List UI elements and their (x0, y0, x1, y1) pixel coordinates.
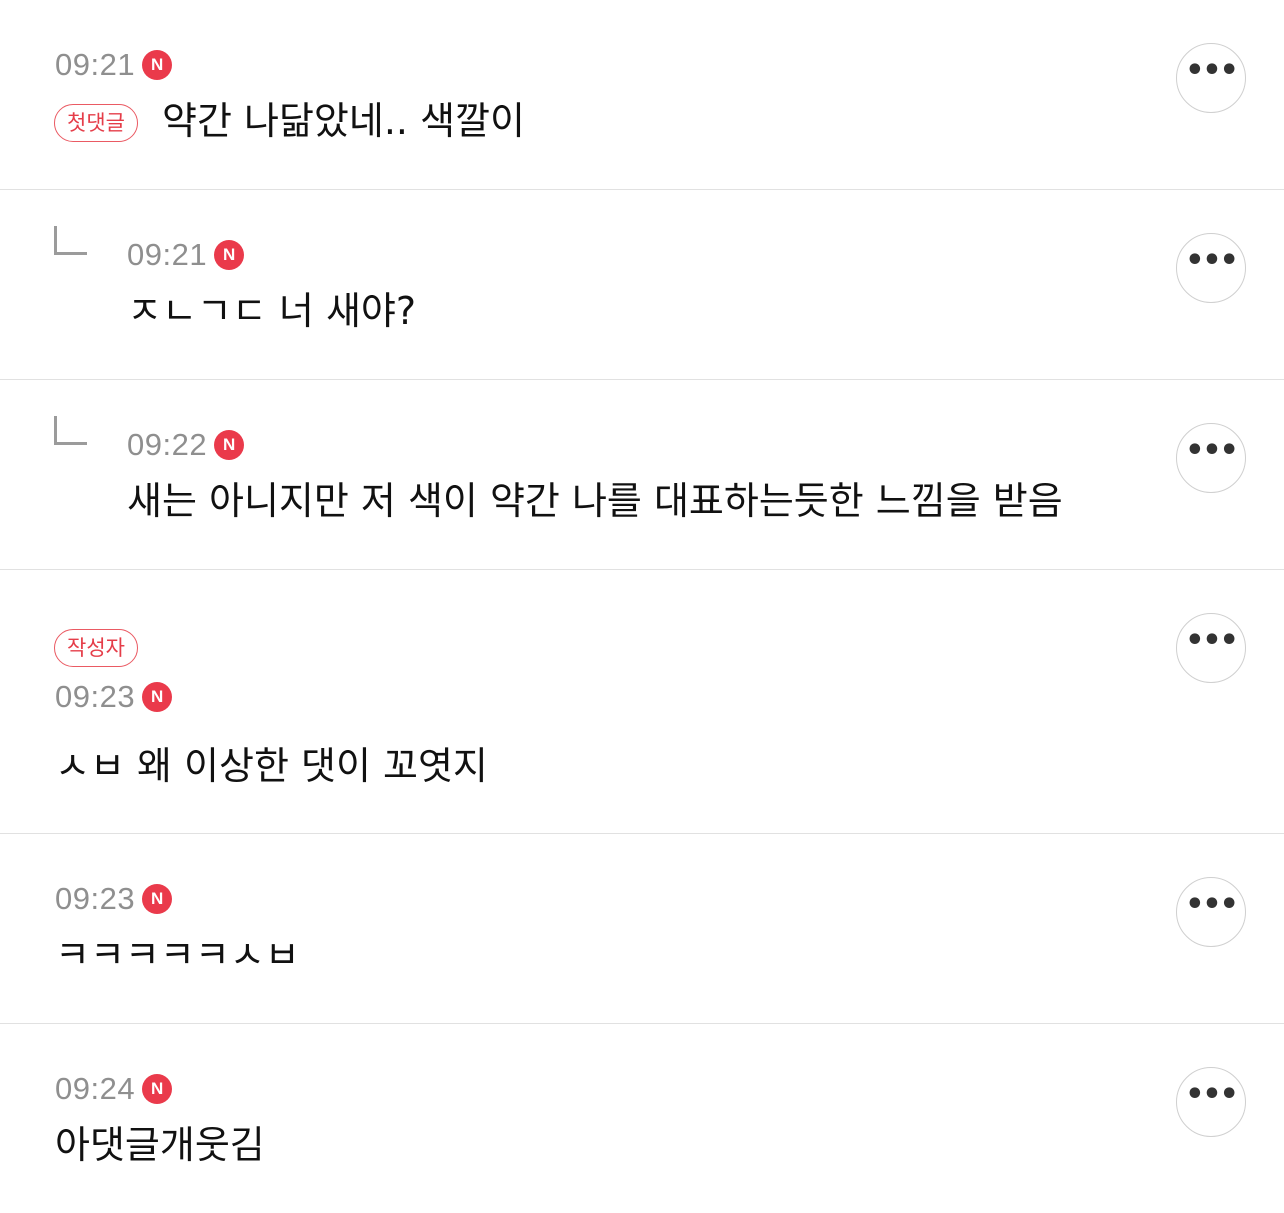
comment-text: 아댓글개웃김 (55, 1123, 265, 1167)
first-comment-tag: 첫댓글 (54, 104, 138, 142)
more-options-button[interactable]: ••• (1176, 423, 1246, 493)
author-tag: 작성자 (54, 629, 138, 667)
more-options-button[interactable]: ••• (1176, 1067, 1246, 1137)
more-options-button[interactable]: ••• (1176, 43, 1246, 113)
new-badge: N (214, 240, 245, 270)
comment-item: 09:21 N 첫댓글 약간 나닮았네.. 색깔이 ••• (0, 0, 1284, 190)
new-badge: N (214, 430, 245, 460)
comment-time: 09:24 (55, 1071, 136, 1106)
comment-meta: 09:23 N (55, 879, 173, 919)
comment-meta: 09:21 N (55, 45, 173, 85)
comment-meta: 09:23 N (55, 677, 173, 717)
reply-arrow-icon (54, 226, 87, 255)
comment-item: 09:21 N ㅈㄴㄱㄷ 너 새야? ••• (0, 190, 1284, 380)
comment-meta: 09:22 N (127, 425, 245, 465)
comment-time: 09:21 (127, 237, 208, 272)
comment-item: 09:22 N 새는 아니지만 저 색이 약간 나를 대표하는듯한 느낌을 받음… (0, 380, 1284, 570)
comment-text: ㅅㅂ 왜 이상한 댓이 꼬엿지 (55, 744, 488, 788)
reply-arrow-icon (54, 416, 87, 445)
comment-item: 09:23 N ㅋㅋㅋㅋㅋㅅㅂ ••• (0, 834, 1284, 1024)
comment-time: 09:21 (55, 47, 136, 82)
new-badge: N (142, 1074, 173, 1104)
comment-time: 09:23 (55, 881, 136, 916)
more-options-button[interactable]: ••• (1176, 233, 1246, 303)
more-options-button[interactable]: ••• (1176, 613, 1246, 683)
comment-time: 09:22 (127, 427, 208, 462)
comment-item: 09:24 N 아댓글개웃김 ••• (0, 1024, 1284, 1213)
comment-text: 약간 나닮았네.. 색깔이 (162, 99, 525, 143)
new-badge: N (142, 884, 173, 914)
new-badge: N (142, 50, 173, 80)
comment-text: ㅋㅋㅋㅋㅋㅅㅂ (55, 933, 300, 977)
comment-meta: 09:24 N (55, 1069, 173, 1109)
comment-item: 작성자 09:23 N ㅅㅂ 왜 이상한 댓이 꼬엿지 ••• (0, 570, 1284, 834)
comment-time: 09:23 (55, 679, 136, 714)
comment-text: 새는 아니지만 저 색이 약간 나를 대표하는듯한 느낌을 받음 (127, 479, 1063, 523)
new-badge: N (142, 682, 173, 712)
comment-text: ㅈㄴㄱㄷ 너 새야? (127, 289, 417, 333)
more-options-button[interactable]: ••• (1176, 877, 1246, 947)
comment-meta: 09:21 N (127, 235, 245, 275)
